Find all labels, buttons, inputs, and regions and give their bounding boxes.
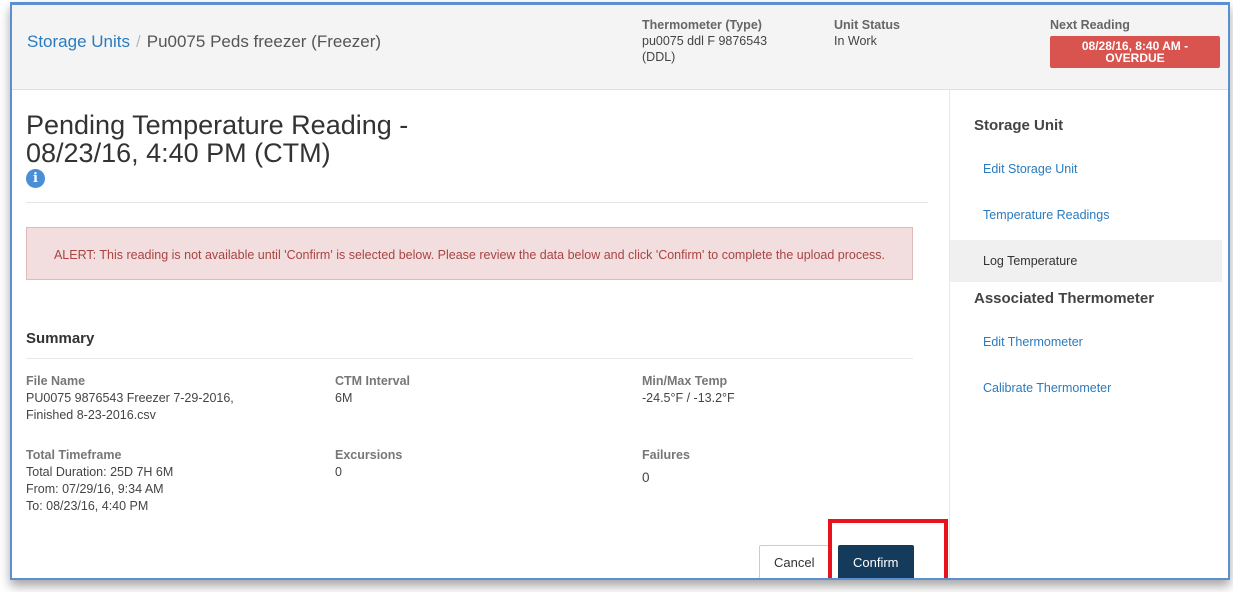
excursions-label: Excursions <box>335 448 403 462</box>
file-name-label: File Name <box>26 374 86 388</box>
next-reading-label: Next Reading <box>1050 18 1130 32</box>
ctm-interval-value: 6M <box>335 391 353 405</box>
info-icon[interactable]: i <box>26 169 45 188</box>
total-timeframe-field: Total Timeframe Total Duration: 25D 7H 6… <box>26 447 276 515</box>
header-bar: Storage Units / Pu0075 Peds freezer (Freez… <box>12 5 1228 90</box>
ctm-interval-field: CTM Interval 6M <box>335 373 585 407</box>
breadcrumb-current: Pu0075 Peds freezer (Freezer) <box>146 32 382 51</box>
sidebar: Storage Unit Edit Storage Unit Temperatu… <box>949 90 1228 578</box>
main-content: Pending Temperature Reading - 08/23/16, … <box>26 105 928 529</box>
sidebar-item-edit-storage-unit[interactable]: Edit Storage Unit <box>950 148 1222 190</box>
sidebar-item-log-temperature[interactable]: Log Temperature <box>950 240 1222 282</box>
overdue-badge: 08/28/16, 8:40 AM - OVERDUE <box>1050 36 1220 68</box>
thermometer-value: pu0075 ddl F 9876543 (DDL) <box>642 34 768 64</box>
file-name-value: PU0075 9876543 Freezer 7-29-2016, Finish… <box>26 391 234 422</box>
breadcrumb-storage-units-link[interactable]: Storage Units <box>27 32 130 51</box>
failures-field: Failures 0 <box>642 447 892 486</box>
failures-value: 0 <box>642 470 650 485</box>
title-divider <box>26 202 928 203</box>
unit-status-info: Unit Status In Work <box>834 17 954 49</box>
sidebar-item-calibrate-thermometer[interactable]: Calibrate Thermometer <box>950 367 1222 409</box>
sidebar-item-edit-thermometer[interactable]: Edit Thermometer <box>950 321 1222 363</box>
cancel-button[interactable]: Cancel <box>759 545 830 578</box>
alert-banner: ALERT: This reading is not available unt… <box>26 227 913 280</box>
timeframe-to-value: To: 08/23/16, 4:40 PM <box>26 499 149 513</box>
thermometer-info: Thermometer (Type) pu0075 ddl F 9876543 … <box>642 17 792 65</box>
summary-heading: Summary <box>26 330 95 347</box>
page-title: Pending Temperature Reading - 08/23/16, … <box>26 111 928 167</box>
breadcrumb: Storage Units / Pu0075 Peds freezer (Freez… <box>27 32 381 52</box>
ctm-interval-label: CTM Interval <box>335 374 411 388</box>
page-title-line2: 08/23/16, 4:40 PM (CTM) <box>26 138 331 168</box>
thermometer-label: Thermometer (Type) <box>642 18 762 32</box>
excursions-field: Excursions 0 <box>335 447 585 481</box>
app-window: Storage Units / Pu0075 Peds freezer (Freez… <box>10 2 1230 580</box>
storage-unit-heading: Storage Unit <box>974 117 1064 134</box>
next-reading-info: Next Reading 08/28/16, 8:40 AM - OVERDUE <box>1050 17 1228 68</box>
associated-thermometer-heading: Associated Thermometer <box>974 290 1155 307</box>
confirm-highlight-box <box>828 519 948 578</box>
page-title-line1: Pending Temperature Reading - <box>26 110 409 140</box>
excursions-value: 0 <box>335 465 342 479</box>
timeframe-from-value: From: 07/29/16, 9:34 AM <box>26 482 164 496</box>
unit-status-label: Unit Status <box>834 18 900 32</box>
total-duration-value: Total Duration: 25D 7H 6M <box>26 465 174 479</box>
unit-status-value: In Work <box>834 34 877 48</box>
summary-grid: File Name PU0075 9876543 Freezer 7-29-20… <box>26 359 928 529</box>
file-name-field: File Name PU0075 9876543 Freezer 7-29-20… <box>26 373 276 424</box>
total-timeframe-label: Total Timeframe <box>26 448 122 462</box>
min-max-temp-value: -24.5°F / -13.2°F <box>642 391 735 405</box>
breadcrumb-separator: / <box>136 32 141 51</box>
sidebar-item-temperature-readings[interactable]: Temperature Readings <box>950 194 1222 236</box>
failures-label: Failures <box>642 448 690 462</box>
min-max-temp-field: Min/Max Temp -24.5°F / -13.2°F <box>642 373 892 407</box>
min-max-temp-label: Min/Max Temp <box>642 374 728 388</box>
